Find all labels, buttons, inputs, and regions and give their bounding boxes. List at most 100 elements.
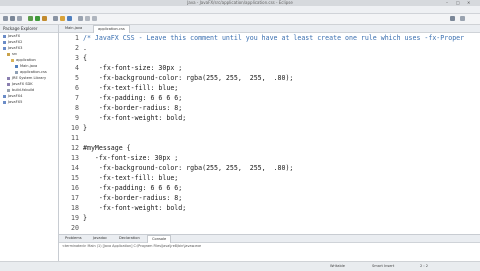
external-tools-icon[interactable] [42,16,47,21]
code-text: -fx-background-color: rgba(255, 255, 255… [83,164,294,172]
code-line[interactable]: 5 -fx-background-color: rgba(255, 255, 2… [59,73,480,83]
package-icon [11,58,14,62]
code-text: -fx-text-fill: blue; [83,84,179,92]
code-text: /* JavaFX CSS - Leave this comment until… [83,34,465,42]
save-icon[interactable] [10,16,15,21]
editor-tabbar: Main.java application.css [59,25,480,33]
back-icon[interactable] [85,16,90,21]
package-explorer-title: Package Explorer [0,25,58,33]
tab-main-java[interactable]: Main.java [61,25,86,32]
line-number: 18 [71,204,79,212]
line-number: 13 [71,154,79,162]
project-icon [3,94,6,98]
line-number: 15 [71,174,79,182]
code-line[interactable]: 6 -fx-text-fill: blue; [59,83,480,93]
code-line[interactable]: 9 -fx-font-weight: bold; [59,113,480,123]
code-text: -fx-font-size: 30px ; [83,64,183,72]
tab-console[interactable]: Console [147,235,172,243]
java-perspective-icon[interactable] [450,16,455,21]
menu-bar: File Edit Navigate Search Project Run Wi… [0,6,480,22]
line-number: 3 [75,54,79,62]
toolbar [0,14,480,25]
code-text: -fx-padding: 6 6 6 6; [83,94,183,102]
maximize-icon[interactable]: □ [456,1,460,5]
code-line[interactable]: 1 /* JavaFX CSS - Leave this comment unti… [59,33,480,43]
code-text: } [83,214,87,222]
code-text: . [83,44,87,52]
line-number: 5 [75,74,79,82]
code-line[interactable]: 12 #myMessage { [59,143,480,153]
line-number: 16 [71,184,79,192]
tab-declaration[interactable]: Declaration [115,235,144,242]
line-number: 1 [75,34,79,42]
code-line[interactable]: 11 [59,133,480,143]
bottom-tabbar: Problems Javadoc Declaration Console [59,235,480,243]
code-line[interactable]: 19} [59,213,480,223]
code-line[interactable]: 13 -fx-font-size: 30px ; [59,153,480,163]
source-folder-icon [7,52,10,56]
library-icon [7,82,10,86]
line-number: 6 [75,84,79,92]
code-line[interactable]: 16 -fx-padding: 6 6 6 6; [59,183,480,193]
new-class-icon[interactable] [67,16,72,21]
code-line[interactable]: 17 -fx-border-radius: 8; [59,193,480,203]
print-icon[interactable] [17,16,22,21]
code-area[interactable]: 1 /* JavaFX CSS - Leave this comment unti… [59,33,480,263]
code-editor[interactable]: Main.java application.css 1 /* JavaFX CSS… [59,25,480,262]
bottom-panel: Problems Javadoc Declaration Console <te… [59,234,480,262]
run-icon[interactable] [35,16,40,21]
line-number: 20 [71,224,79,232]
tree-item-javafx5[interactable]: JavaFX5 [0,99,58,105]
line-number: 2 [75,44,79,52]
line-number: 12 [71,144,79,152]
code-text: -fx-border-radius: 8; [83,104,183,112]
package-explorer: Package Explorer JavaFX JavaFX2 JavaFX3 … [0,25,59,261]
console-output: <terminated> Main (1) [Java Application]… [62,244,202,248]
new-package-icon[interactable] [60,16,65,21]
code-text: -fx-font-weight: bold; [83,204,187,212]
search-icon[interactable] [78,16,83,21]
code-text: -fx-font-weight: bold; [83,114,187,122]
code-text: -fx-font-size: 30px ; [83,154,179,162]
close-icon[interactable]: ✕ [467,1,470,5]
code-line[interactable]: 4 -fx-font-size: 30px ; [59,63,480,73]
line-number: 4 [75,64,79,72]
tab-application-css[interactable]: application.css [93,25,130,33]
tab-problems[interactable]: Problems [61,235,86,242]
line-number: 19 [71,214,79,222]
file-icon [7,88,10,92]
code-text: -fx-text-fill: blue; [83,174,179,182]
line-number: 10 [71,124,79,132]
code-line[interactable]: 15 -fx-text-fill: blue; [59,173,480,183]
debug-icon[interactable] [28,16,33,21]
java-file-icon [15,64,18,68]
line-number: 9 [75,114,79,122]
line-number: 11 [71,134,79,142]
open-perspective-icon[interactable] [460,16,465,21]
code-text: -fx-background-color: rgba(255, 255, 255… [83,74,294,82]
code-line[interactable]: 14 -fx-background-color: rgba(255, 255, … [59,163,480,173]
minimize-icon[interactable]: – [446,1,448,5]
code-text: #myMessage { [83,144,131,152]
project-icon [3,100,6,104]
new-java-project-icon[interactable] [53,16,58,21]
tab-javadoc[interactable]: Javadoc [89,235,111,242]
line-number: 7 [75,94,79,102]
code-line[interactable]: 3{ [59,53,480,63]
code-line[interactable]: 10} [59,123,480,133]
library-icon [7,76,10,80]
project-icon [3,46,6,50]
forward-icon[interactable] [92,16,97,21]
new-icon[interactable] [3,16,8,21]
line-number: 14 [71,164,79,172]
code-line[interactable]: 8 -fx-border-radius: 8; [59,103,480,113]
code-line[interactable]: 20 [59,223,480,233]
css-file-icon [15,70,18,74]
code-line[interactable]: 7 -fx-padding: 6 6 6 6; [59,93,480,103]
code-line[interactable]: 2. [59,43,480,53]
line-number: 8 [75,104,79,112]
line-number: 17 [71,194,79,202]
code-line[interactable]: 18 -fx-font-weight: bold; [59,203,480,213]
code-text: { [83,54,87,62]
project-icon [3,40,6,44]
